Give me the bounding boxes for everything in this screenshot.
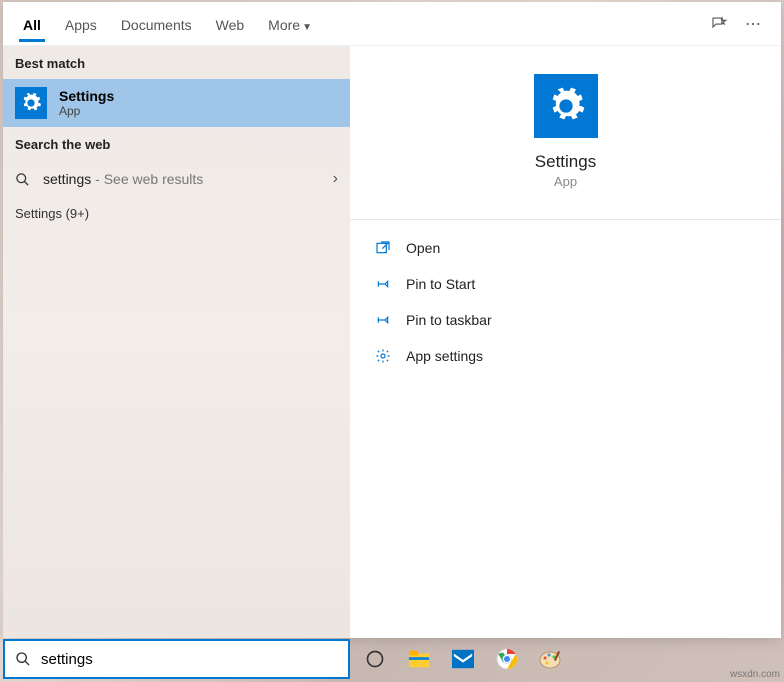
best-match-result[interactable]: Settings App: [3, 79, 350, 127]
paint-icon[interactable]: [536, 644, 566, 674]
search-web-label: Search the web: [3, 127, 350, 160]
search-icon: [15, 172, 31, 187]
results-pane: Best match Settings App Search the web s…: [3, 46, 350, 638]
file-explorer-icon[interactable]: [404, 644, 434, 674]
pin-icon: [374, 275, 392, 293]
cortana-icon[interactable]: [360, 644, 390, 674]
web-suffix: - See web results: [91, 171, 203, 187]
action-open[interactable]: Open: [350, 230, 781, 266]
action-app-settings[interactable]: App settings: [350, 338, 781, 374]
mail-icon[interactable]: [448, 644, 478, 674]
web-term: settings: [43, 171, 91, 187]
preview-pane: Settings App Open Pin to Start Pin to ta…: [350, 46, 781, 638]
tab-documents[interactable]: Documents: [109, 7, 204, 41]
tab-more[interactable]: More▼: [256, 7, 324, 41]
result-subtitle: App: [59, 104, 114, 118]
action-label: App settings: [406, 348, 483, 364]
watermark: wsxdn.com: [730, 669, 780, 680]
gear-icon: [534, 74, 598, 138]
tab-all[interactable]: All: [11, 7, 53, 41]
preview-subtitle: App: [554, 174, 577, 189]
web-result[interactable]: settings - See web results ›: [3, 160, 350, 198]
filter-tabs: All Apps Documents Web More▼ ⋯: [3, 2, 781, 46]
open-icon: [374, 239, 392, 257]
feedback-icon[interactable]: [707, 12, 731, 36]
divider: [350, 219, 781, 220]
gear-icon: [374, 347, 392, 365]
result-title: Settings: [59, 88, 114, 104]
gear-icon: [15, 87, 47, 119]
taskbar: [360, 639, 566, 679]
category-label[interactable]: Settings (9+): [3, 198, 350, 229]
more-options-icon[interactable]: ⋯: [741, 12, 765, 36]
action-label: Open: [406, 240, 440, 256]
chrome-icon[interactable]: [492, 644, 522, 674]
search-input[interactable]: [41, 651, 338, 668]
tab-apps[interactable]: Apps: [53, 7, 109, 41]
action-label: Pin to taskbar: [406, 312, 492, 328]
chevron-right-icon: ›: [333, 170, 338, 188]
tab-web[interactable]: Web: [204, 7, 257, 41]
search-box[interactable]: [3, 639, 350, 679]
preview-title: Settings: [535, 152, 596, 172]
pin-icon: [374, 311, 392, 329]
chevron-down-icon: ▼: [302, 22, 312, 33]
search-icon: [15, 651, 31, 667]
best-match-label: Best match: [3, 46, 350, 79]
action-pin-start[interactable]: Pin to Start: [350, 266, 781, 302]
action-pin-taskbar[interactable]: Pin to taskbar: [350, 302, 781, 338]
action-label: Pin to Start: [406, 276, 475, 292]
